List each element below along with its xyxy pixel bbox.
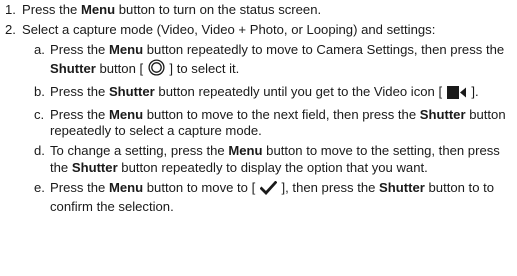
substep-text: Press the Menu button to move to the nex… — [50, 107, 506, 139]
shutter-button-label: Shutter — [419, 107, 466, 123]
substep-list: a. Press the Menu button repeatedly to m… — [0, 42, 517, 215]
substep-text: Press the Menu button to move to [ ], th… — [50, 179, 495, 215]
menu-button-label: Menu — [108, 107, 144, 123]
substep-a: a. Press the Menu button repeatedly to m… — [0, 42, 517, 79]
substep-letter: a. — [34, 42, 45, 58]
menu-button-label: Menu — [108, 42, 144, 58]
step-text: Select a capture mode (Video, Video + Ph… — [22, 22, 436, 38]
shutter-button-label: Shutter — [71, 159, 118, 175]
substep-letter: e. — [34, 179, 45, 195]
step-text: Press the Menu button to turn on the sta… — [22, 2, 322, 17]
substep-letter: c. — [34, 107, 45, 123]
substep-c: c. Press the Menu button to move to the … — [0, 107, 517, 139]
video-camera-icon — [446, 85, 467, 103]
menu-button-label: Menu — [80, 2, 116, 17]
step-number: 2. — [5, 22, 16, 38]
menu-button-label: Menu — [228, 143, 263, 159]
substep-letter: d. — [34, 143, 45, 159]
substep-text: Press the Menu button repeatedly to move… — [50, 42, 504, 75]
step-number: 1. — [5, 2, 16, 17]
step-2: 2. Select a capture mode (Video, Video +… — [0, 22, 517, 38]
substep-text: To change a setting, press the Menu butt… — [50, 143, 500, 175]
shutter-button-label: Shutter — [50, 60, 96, 76]
menu-button-label: Menu — [108, 179, 144, 195]
shutter-button-icon — [148, 59, 165, 80]
step-1: 1. Press the Menu button to turn on the … — [0, 2, 517, 18]
substep-b: b. Press the Shutter button repeatedly u… — [0, 84, 517, 103]
shutter-button-label: Shutter — [379, 179, 425, 195]
instructions-document: 1. Press the Menu button to turn on the … — [0, 0, 517, 215]
checkmark-icon — [259, 180, 278, 199]
substep-d: d. To change a setting, press the Menu b… — [0, 143, 517, 175]
substep-e: e. Press the Menu button to move to [ ],… — [0, 180, 517, 215]
shutter-button-label: Shutter — [108, 83, 155, 99]
substep-text: Press the Shutter button repeatedly unti… — [50, 84, 479, 99]
substep-letter: b. — [34, 83, 45, 99]
